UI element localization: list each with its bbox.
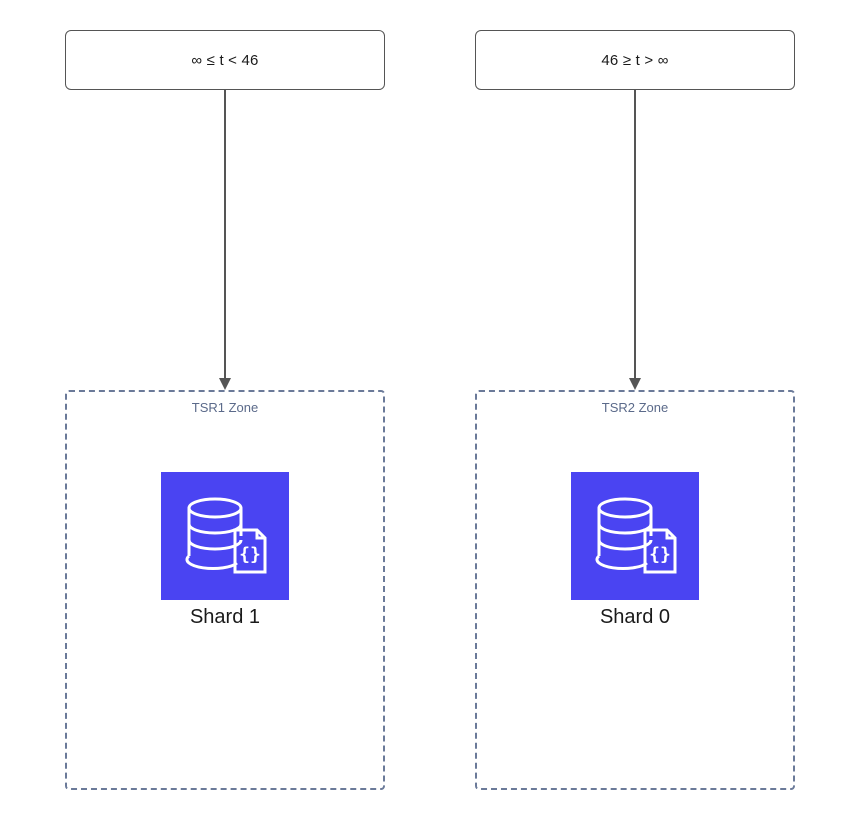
condition-box-left: ∞ ≤ t < 46 <box>65 30 385 90</box>
svg-text:{}: {} <box>239 544 261 565</box>
zone-title-left: TSR1 Zone <box>67 400 383 415</box>
arrow-line-right <box>634 90 636 380</box>
condition-text-right: 46 ≥ t > ∞ <box>601 52 668 69</box>
shard-label-left: Shard 1 <box>67 606 383 629</box>
condition-text-left: ∞ ≤ t < 46 <box>191 52 258 69</box>
arrow-line-left <box>224 90 226 380</box>
arrow-head-left <box>219 378 231 390</box>
shard-label-right: Shard 0 <box>477 606 793 629</box>
database-json-icon: {} <box>161 472 289 600</box>
zone-box-left: TSR1 Zone {} Shard 1 <box>65 390 385 790</box>
database-json-svg: {} <box>585 486 685 586</box>
condition-box-right: 46 ≥ t > ∞ <box>475 30 795 90</box>
arrow-head-right <box>629 378 641 390</box>
database-json-icon: {} <box>571 472 699 600</box>
svg-text:{}: {} <box>649 544 671 565</box>
database-json-svg: {} <box>175 486 275 586</box>
zone-title-right: TSR2 Zone <box>477 400 793 415</box>
zone-box-right: TSR2 Zone {} Shard 0 <box>475 390 795 790</box>
